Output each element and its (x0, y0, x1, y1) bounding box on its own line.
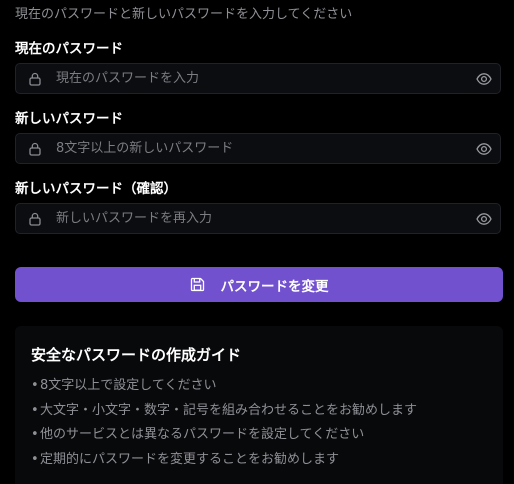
current-password-field[interactable]: 現在のパスワードを入力 (15, 63, 501, 94)
lock-icon (29, 212, 41, 226)
password-guide-panel: 安全なパスワードの作成ガイド •8文字以上で設定してください •大文字・小文字・… (15, 326, 503, 484)
guide-item-text: 他のサービスとは異なるパスワードを設定してください (40, 427, 365, 442)
confirm-password-placeholder: 新しいパスワードを再入力 (56, 211, 213, 226)
form-subtitle: 現在のパスワードと新しいパスワードを入力してください (15, 7, 353, 22)
eye-icon[interactable] (476, 211, 492, 227)
list-item: •8文字以上で設定してください (31, 374, 417, 399)
lock-icon (29, 72, 41, 86)
guide-item-text: 8文字以上で設定してください (40, 378, 217, 393)
save-icon (190, 277, 204, 292)
password-guide-list: •8文字以上で設定してください •大文字・小文字・数字・記号を組み合わせることを… (31, 374, 417, 472)
eye-icon[interactable] (476, 141, 492, 157)
confirm-password-field[interactable]: 新しいパスワードを再入力 (15, 203, 501, 234)
guide-item-text: 大文字・小文字・数字・記号を組み合わせることをお勧めします (40, 402, 418, 418)
change-password-page: 現在のパスワードと新しいパスワードを入力してください 現在のパスワード 現在のパ… (0, 0, 514, 484)
eye-icon[interactable] (476, 71, 492, 87)
new-password-field[interactable]: 8文字以上の新しいパスワード (15, 133, 501, 164)
guide-item-text: 定期的にパスワードを変更することをお勧めします (40, 451, 340, 467)
list-item: •定期的にパスワードを変更することをお勧めします (31, 448, 417, 473)
confirm-password-label: 新しいパスワード（確認） (15, 181, 177, 197)
bullet: • (31, 427, 39, 442)
new-password-placeholder: 8文字以上の新しいパスワード (56, 141, 234, 156)
lock-icon (29, 142, 41, 156)
current-password-label: 現在のパスワード (15, 41, 123, 57)
password-guide-title: 安全なパスワードの作成ガイド (31, 346, 242, 364)
list-item: •他のサービスとは異なるパスワードを設定してください (31, 423, 417, 448)
bullet: • (31, 402, 39, 418)
bullet: • (31, 451, 39, 467)
change-password-button[interactable]: パスワードを変更 (15, 267, 503, 302)
new-password-label: 新しいパスワード (15, 111, 123, 127)
list-item: •大文字・小文字・数字・記号を組み合わせることをお勧めします (31, 399, 417, 424)
current-password-placeholder: 現在のパスワードを入力 (56, 71, 200, 86)
change-password-button-label: パスワードを変更 (220, 278, 329, 295)
bullet: • (31, 378, 39, 393)
